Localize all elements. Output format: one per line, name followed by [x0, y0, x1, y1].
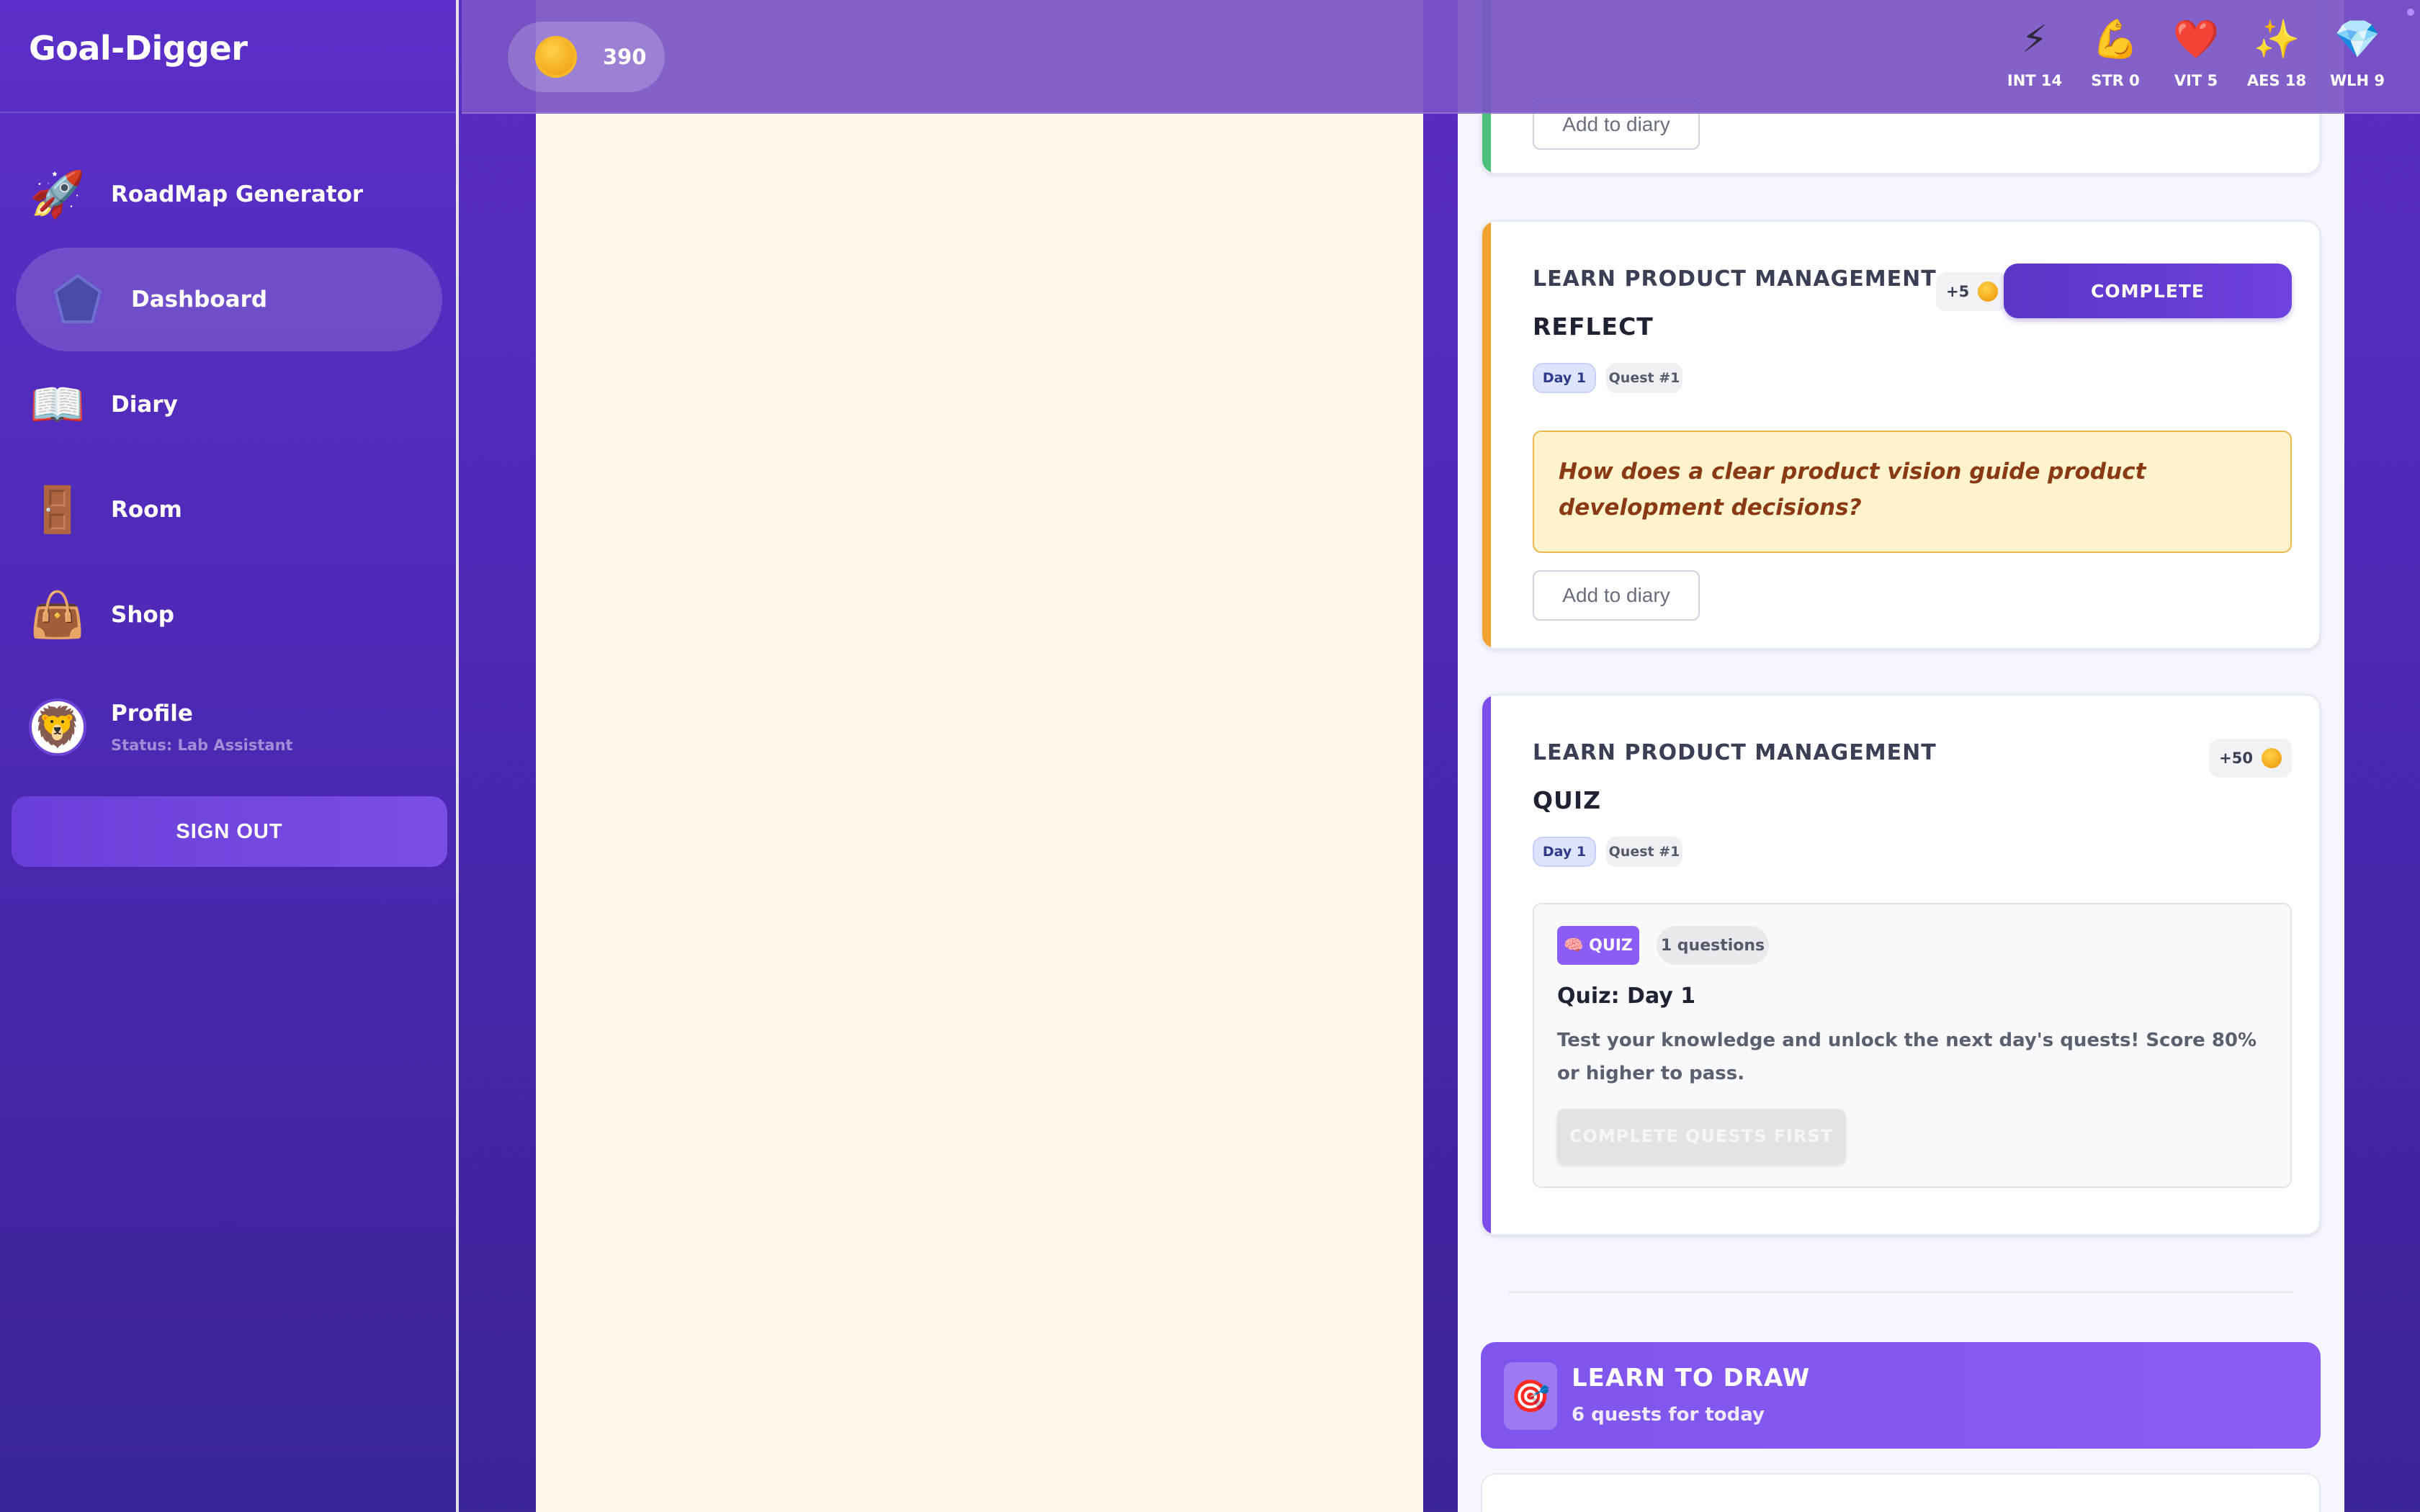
quest-chip: Quest #1 — [1606, 837, 1682, 867]
day-chip: Day 1 — [1533, 363, 1596, 393]
heart-icon: ❤️ — [2172, 18, 2220, 61]
card-stripe — [1482, 222, 1491, 648]
quiz-tag: 🧠 QUIZ — [1557, 926, 1639, 965]
coin-balance[interactable]: 390 — [508, 22, 665, 92]
door-icon: 🚪 — [30, 483, 86, 536]
sidebar: Goal-Digger 🚀 RoadMap Generator Dashboar… — [0, 0, 459, 1512]
quest-title: LEARN PRODUCT MANAGEMENT — [1533, 266, 1937, 292]
sidebar-item-label: Room — [111, 497, 182, 523]
pentagon-icon — [49, 271, 107, 328]
stat-int[interactable]: ⚡ INT 14 — [2007, 17, 2063, 89]
stat-label: INT 14 — [2007, 72, 2063, 89]
quest-list[interactable]: Add to diary LEARN PRODUCT MANAGEMENT RE… — [1458, 0, 2344, 1512]
sparkles-icon: ✨ — [2253, 18, 2300, 61]
stat-label: AES 18 — [2246, 72, 2307, 89]
diary-panel[interactable] — [536, 0, 1423, 1512]
stat-vit[interactable]: ❤️ VIT 5 — [2169, 17, 2223, 89]
sidebar-item-shop[interactable]: 👜 Shop — [16, 563, 442, 667]
book-icon: 📖 — [30, 378, 86, 431]
quiz-description: Test your knowledge and unlock the next … — [1557, 1030, 2257, 1084]
section-subtitle: 6 quests for today — [1572, 1404, 1765, 1426]
stat-label: VIT 5 — [2174, 72, 2218, 89]
reward-amount: +5 — [1946, 283, 1970, 300]
quest-title: LEARN PRODUCT MANAGEMENT — [1533, 740, 1937, 765]
day-chip: Day 1 — [1533, 837, 1596, 867]
quest-type: REFLECT — [1533, 312, 1654, 341]
sidebar-item-room[interactable]: 🚪 Room — [16, 458, 442, 562]
flexed-arm-icon: 💪 — [2092, 18, 2139, 61]
reflect-prompt: How does a clear product vision guide pr… — [1533, 431, 2292, 553]
card-stripe — [1482, 696, 1491, 1234]
rocket-icon: 🚀 — [30, 168, 86, 220]
stat-label: WLH 9 — [2329, 72, 2385, 89]
sidebar-item-diary[interactable]: 📖 Diary — [16, 353, 442, 456]
quiz-title: Quiz: Day 1 — [1557, 984, 1696, 1009]
bag-icon: 👜 — [30, 588, 86, 641]
sidebar-item-label: RoadMap Generator — [111, 181, 364, 207]
app-title: Goal-Digger — [29, 29, 248, 68]
profile-text: Profile Status: Lab Assistant — [111, 701, 293, 754]
pentagon-shape — [53, 274, 102, 323]
coin-icon — [1978, 282, 1999, 302]
section-divider — [1508, 1291, 2293, 1293]
section-banner-learn-to-draw[interactable]: 🎯 LEARN TO DRAW 6 quests for today — [1481, 1342, 2321, 1449]
quest-card-quiz: LEARN PRODUCT MANAGEMENT QUIZ Day 1 Ques… — [1481, 694, 2321, 1236]
quest-type: QUIZ — [1533, 786, 1602, 814]
gem-icon: 💎 — [2334, 18, 2381, 61]
profile-label: Profile — [111, 701, 193, 726]
quiz-panel: 🧠 QUIZ 1 questions Quiz: Day 1 Test your… — [1533, 903, 2292, 1188]
reward-amount: +50 — [2219, 750, 2253, 767]
sidebar-item-label: Dashboard — [131, 287, 268, 312]
coin-icon — [2262, 748, 2282, 768]
top-bar: 390 ⚡ INT 14 💪 STR 0 ❤️ VIT 5 ✨ AES 18 💎… — [462, 0, 2420, 114]
sidebar-item-label: Shop — [111, 602, 174, 628]
sidebar-item-label: Diary — [111, 392, 178, 418]
target-icon: 🎯 — [1504, 1362, 1557, 1430]
sign-out-button[interactable]: SIGN OUT — [12, 796, 447, 867]
quest-chip: Quest #1 — [1606, 363, 1682, 393]
avatar: 🦁 — [29, 698, 86, 756]
quest-card-next — [1481, 1473, 2321, 1512]
reward-badge: +50 — [2209, 739, 2292, 778]
stat-aes[interactable]: ✨ AES 18 — [2246, 17, 2307, 89]
stat-str[interactable]: 💪 STR 0 — [2089, 17, 2142, 89]
section-title: LEARN TO DRAW — [1572, 1364, 1811, 1392]
reward-badge: +5 — [1936, 272, 2009, 311]
stat-wlh[interactable]: 💎 WLH 9 — [2329, 17, 2385, 89]
sidebar-divider — [0, 112, 459, 113]
stats-bar: ⚡ INT 14 💪 STR 0 ❤️ VIT 5 ✨ AES 18 💎 WLH… — [2007, 17, 2385, 89]
quiz-question-count: 1 questions — [1657, 926, 1769, 965]
sidebar-item-profile[interactable]: 🦁 Profile Status: Lab Assistant — [16, 675, 442, 779]
quest-card-reflect: LEARN PRODUCT MANAGEMENT REFLECT Day 1 Q… — [1481, 220, 2321, 649]
coin-count: 390 — [603, 45, 647, 69]
complete-quests-first-button[interactable]: COMPLETE QUESTS FIRST — [1557, 1109, 1845, 1164]
profile-status: Status: Lab Assistant — [111, 737, 293, 754]
lightning-icon: ⚡ — [2021, 18, 2048, 61]
stat-label: STR 0 — [2091, 72, 2140, 89]
notification-dot — [2407, 9, 2414, 16]
coin-icon — [535, 36, 577, 78]
sidebar-item-roadmap-generator[interactable]: 🚀 RoadMap Generator — [16, 143, 442, 246]
sidebar-item-dashboard[interactable]: Dashboard — [16, 248, 442, 351]
add-to-diary-button[interactable]: Add to diary — [1533, 570, 1700, 621]
complete-button[interactable]: COMPLETE — [2004, 264, 2292, 318]
